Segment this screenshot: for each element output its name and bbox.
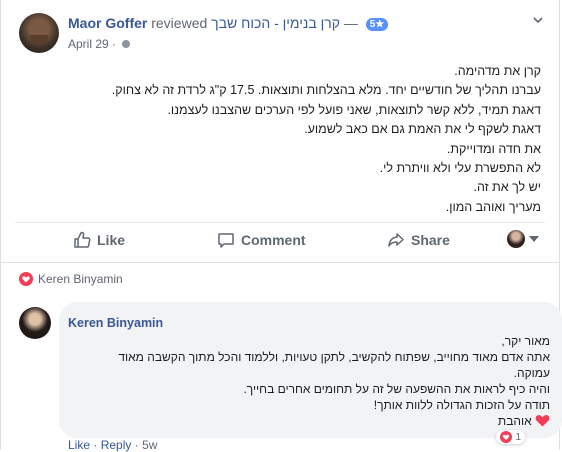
heart-emoji-icon [535, 415, 550, 427]
commenter-avatar[interactable] [19, 307, 51, 339]
heart-icon [19, 272, 33, 286]
like-button[interactable]: Like [73, 231, 125, 249]
review-line: את חדה ומדוייקת. [446, 141, 541, 156]
post-meta: April 29 · [68, 37, 131, 51]
comment-line: תודה על הזכות הגדולה ללוות אותך! [373, 398, 550, 412]
thumbs-up-icon [74, 231, 91, 248]
chevron-down-icon[interactable] [533, 15, 543, 25]
share-icon [388, 233, 404, 247]
share-label: Share [411, 232, 450, 248]
post-date[interactable]: April 29 [68, 37, 109, 51]
review-line: דאגת תמיד, ללא קשר לתוצאות, שאני פועל לפ… [167, 102, 541, 117]
comment-text: מאור יקר, אתה אדם מאוד מחוייב, שפתוח להק… [70, 333, 550, 429]
comment-reaction-badge[interactable]: 1 [496, 430, 525, 444]
meta-dot: · [112, 37, 117, 51]
comment-icon [218, 233, 234, 248]
comment-line: אוהבת [497, 414, 532, 428]
author-name-link[interactable]: Maor Goffer [68, 15, 147, 31]
commenter-select-avatar[interactable] [507, 230, 525, 248]
comment-author-link[interactable]: Keren Binyamin [68, 316, 163, 330]
reactions-summary[interactable]: Keren Binyamin [19, 272, 123, 286]
divider [1, 262, 559, 263]
author-avatar[interactable] [19, 13, 59, 53]
comment-line: והיה כיף לראות את ההשפעה של זה על תחומים… [243, 382, 550, 396]
comment-reaction-count: 1 [515, 431, 521, 443]
review-line: עברנו תהליך של חודשיים יחד. מלא בהצלחות … [111, 83, 541, 98]
review-line: יש לך את זה. [473, 180, 541, 195]
title-separator: — [343, 15, 358, 31]
globe-icon [122, 40, 131, 48]
heart-icon [500, 431, 513, 443]
comment-line: אתה אדם מאוד מחוייב, שפתוח להקשיב, לתקן … [118, 350, 550, 364]
review-line: קרן את מדהימה. [454, 64, 541, 78]
reviewed-label: reviewed [151, 15, 208, 31]
comment: Keren Binyamin מאור יקר, אתה אדם מאוד מח… [19, 302, 562, 452]
review-line: מעריך ואוהב המון. [445, 199, 541, 214]
review-line: דאגת לשקף לי את האמת גם אם כאב לשמוע. [304, 122, 541, 137]
share-button[interactable]: Share [387, 231, 450, 249]
like-label: Like [97, 232, 126, 248]
comment-line: עמוקה. [513, 366, 550, 380]
review-post: Maor Goffer reviewed קרן בנימין - הכוח ש… [0, 0, 562, 452]
rating-badge: 5★ [365, 18, 389, 31]
comment-line-last: אוהבת [70, 413, 550, 429]
comment-button[interactable]: Comment [217, 231, 306, 249]
comment-bubble: Keren Binyamin מאור יקר, אתה אדם מאוד מח… [59, 302, 562, 438]
caret-down-icon[interactable] [529, 236, 539, 242]
post-header: Maor Goffer reviewed קרן בנימין - הכוח ש… [19, 13, 549, 55]
review-line: לא התפשרת עלי ולא וויתרת לי. [379, 161, 541, 176]
comment-label: Comment [241, 232, 306, 248]
comment-line: מאור יקר, [501, 334, 550, 348]
post-actions-bar: Like Comment Share [15, 222, 545, 257]
page-name-link[interactable]: קרן בנימין - הכוח שבך [211, 15, 340, 31]
review-text: קרן את מדהימה. עברנו תהליך של חודשיים יח… [21, 62, 541, 217]
reactor-name: Keren Binyamin [38, 272, 123, 286]
post-title: Maor Goffer reviewed קרן בנימין - הכוח ש… [68, 15, 389, 31]
